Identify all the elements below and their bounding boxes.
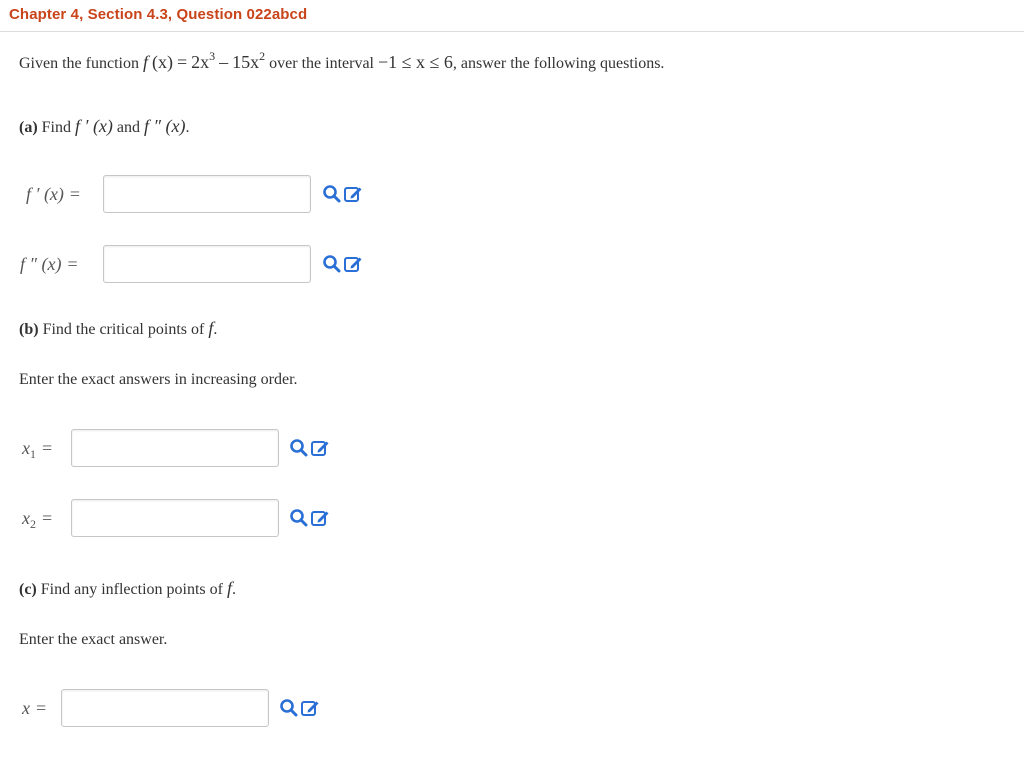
x2-input[interactable] xyxy=(71,499,279,537)
answer-row-x: x = xyxy=(0,689,350,727)
x-label: x = xyxy=(22,698,46,719)
fdoubleprime-label-eq: = xyxy=(67,254,78,274)
part-a-and: and xyxy=(116,119,141,136)
x2-label: x2 = xyxy=(22,508,53,531)
part-c-end: . xyxy=(231,581,236,598)
function-minus: – xyxy=(219,52,229,72)
fprime-label: f ′ (x) = xyxy=(26,184,80,205)
function-term-a-exp: 3 xyxy=(209,49,216,63)
part-b-end: . xyxy=(213,321,218,338)
part-a-prompt: (a) Find f ′ (x) and f ″ (x). xyxy=(19,116,190,137)
header-divider xyxy=(0,31,1024,32)
fprime-label-fn: f ′ (x) xyxy=(26,184,64,204)
answer-row-x1: x1 = xyxy=(0,429,360,467)
magnifier-icon[interactable] xyxy=(322,254,342,274)
function-term-b-base: 15x xyxy=(232,52,260,72)
answer-row-fprime: f ′ (x) = xyxy=(0,175,400,213)
chapter-title: Chapter 4, Section 4.3, Question 022abcd xyxy=(9,6,308,23)
part-a-fdoubleprime: f ″ (x) xyxy=(144,116,186,136)
function-term-a-base: 2x xyxy=(191,52,210,72)
function-term-b-exp: 2 xyxy=(259,49,266,63)
x-label-eq: = xyxy=(36,698,47,718)
edit-pencil-icon[interactable] xyxy=(300,698,320,718)
part-a-find: Find xyxy=(41,119,71,136)
part-a-end: . xyxy=(185,119,190,136)
edit-pencil-icon[interactable] xyxy=(343,254,363,274)
magnifier-icon[interactable] xyxy=(322,184,342,204)
part-a-tag: (a) xyxy=(19,119,38,136)
part-b-prompt: (b) Find the critical points of f. xyxy=(19,318,217,339)
function-term-a: 2x3 xyxy=(191,49,216,72)
function-f: f xyxy=(142,52,148,72)
x1-input[interactable] xyxy=(71,429,279,467)
magnifier-icon[interactable] xyxy=(289,438,309,458)
fdoubleprime-label-fn: f ″ (x) xyxy=(20,254,62,274)
problem-intro-prefix: Given the function xyxy=(19,55,139,72)
function-eq: = xyxy=(176,52,188,72)
problem-statement: Given the function f (x) = 2x3 – 15x2 ov… xyxy=(19,49,665,73)
fprime-input[interactable] xyxy=(103,175,311,213)
inflection-x-input[interactable] xyxy=(61,689,269,727)
x2-label-var: x xyxy=(22,508,30,528)
fdoubleprime-label: f ″ (x) = xyxy=(20,254,78,275)
answer-row-x2: x2 = xyxy=(0,499,360,537)
x1-label-var: x xyxy=(22,438,30,458)
x2-label-eq: = xyxy=(42,508,53,528)
edit-pencil-icon[interactable] xyxy=(343,184,363,204)
part-c-instruction: Enter the exact answer. xyxy=(19,631,168,648)
x1-label: x1 = xyxy=(22,438,53,461)
answer-row-fdoubleprime: f ″ (x) = xyxy=(0,245,400,283)
fdoubleprime-input[interactable] xyxy=(103,245,311,283)
part-c-prompt: (c) Find any inflection points of f. xyxy=(19,578,236,599)
part-b-instruction: Enter the exact answers in increasing or… xyxy=(19,371,298,388)
part-c-tag: (c) xyxy=(19,581,37,598)
function-term-b: 15x2 xyxy=(232,49,266,72)
interval-prefix: over the interval xyxy=(269,55,374,72)
edit-pencil-icon[interactable] xyxy=(310,438,330,458)
interval-expr: −1 ≤ x ≤ 6 xyxy=(377,52,453,72)
edit-pencil-icon[interactable] xyxy=(310,508,330,528)
x2-label-sub: 2 xyxy=(30,517,36,531)
part-b-tag: (b) xyxy=(19,321,39,338)
part-b-text: Find the critical points of xyxy=(42,321,205,338)
problem-intro-suffix: , answer the following questions. xyxy=(452,55,665,72)
magnifier-icon[interactable] xyxy=(289,508,309,528)
part-a-fprime: f ′ (x) xyxy=(75,116,113,136)
fprime-label-eq: = xyxy=(69,184,81,204)
function-arg: (x) xyxy=(151,52,173,72)
x1-label-eq: = xyxy=(42,438,53,458)
part-c-text: Find any inflection points of xyxy=(40,581,223,598)
x1-label-sub: 1 xyxy=(30,447,36,461)
x-label-var: x xyxy=(22,698,30,718)
magnifier-icon[interactable] xyxy=(279,698,299,718)
